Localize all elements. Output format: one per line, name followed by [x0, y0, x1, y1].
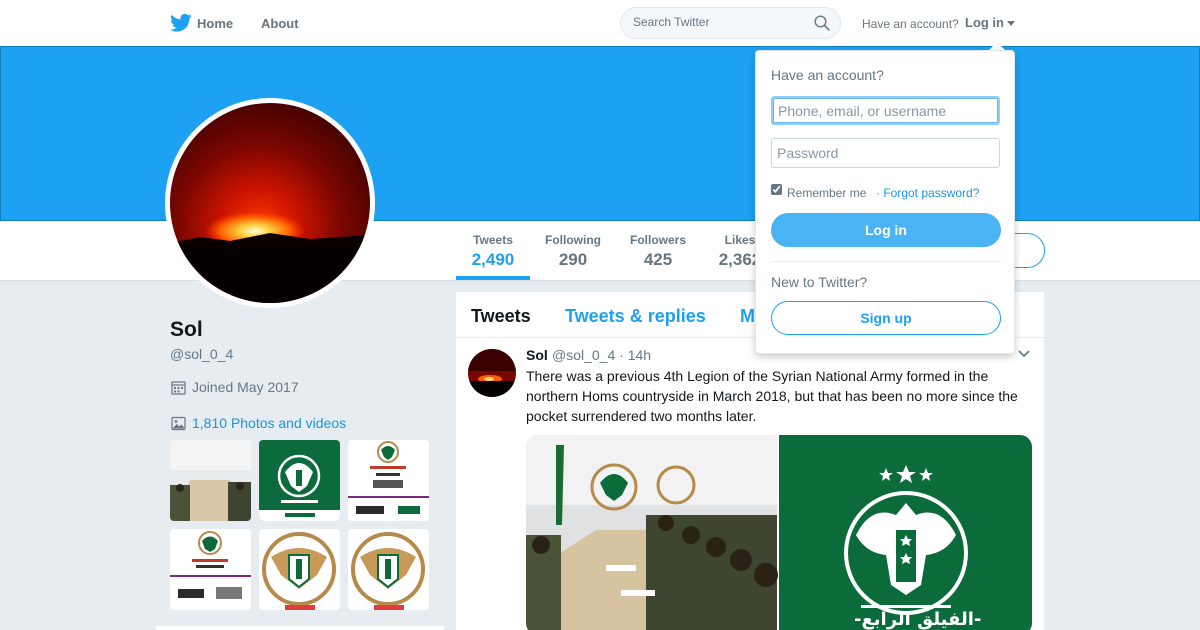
tweet-author-handle[interactable]: @sol_0_4 · 14h [552, 347, 651, 363]
password-field[interactable] [771, 138, 1000, 168]
twitter-bird-icon[interactable] [170, 13, 192, 33]
chevron-down-icon[interactable] [1018, 350, 1030, 358]
login-button[interactable]: Log in [771, 213, 1001, 247]
have-account-text: Have an account? [862, 17, 959, 31]
tweet-avatar[interactable] [468, 349, 516, 397]
media-thumbnail[interactable] [348, 440, 429, 521]
media-caption: -الفيلق الرابع- [854, 609, 982, 630]
stat-label: Followers [629, 233, 686, 247]
active-tab-indicator [456, 276, 530, 280]
dropdown-title: Have an account? [771, 67, 884, 83]
stat-followers[interactable]: Followers 425 [628, 233, 688, 270]
profile-handle[interactable]: @sol_0_4 [170, 346, 233, 362]
profile-name[interactable]: Sol [170, 318, 203, 342]
nav-about-link[interactable]: About [261, 16, 299, 31]
left-card [156, 626, 444, 630]
forgot-password-link[interactable]: · Forgot password? [876, 186, 979, 200]
profile-avatar[interactable] [165, 98, 375, 308]
media-thumbnail[interactable] [348, 529, 429, 610]
tweet-text: There was a previous 4th Legion of the S… [526, 368, 1018, 424]
tweet-handle-text: @sol_0_4 [552, 347, 616, 363]
divider [771, 261, 1001, 262]
photos-videos-link[interactable]: 1,810 Photos and videos [192, 415, 346, 431]
sunset-image [170, 103, 370, 303]
tab-tweets[interactable]: Tweets [471, 306, 531, 327]
image-icon [171, 416, 186, 431]
login-dropdown: Have an account? Remember me · Forgot pa… [755, 50, 1015, 354]
stat-label: Following [545, 233, 601, 247]
login-dropdown-toggle[interactable]: Log in [965, 15, 1004, 30]
username-field[interactable] [771, 96, 1000, 125]
tab-tweets-replies[interactable]: Tweets & replies [565, 306, 706, 327]
stat-following[interactable]: Following 290 [543, 233, 603, 270]
media-thumbnail[interactable] [259, 529, 340, 610]
tweet-timestamp[interactable]: · 14h [619, 347, 651, 363]
calendar-icon [171, 381, 186, 395]
caret-down-icon[interactable] [1007, 21, 1015, 26]
search-input[interactable] [633, 15, 803, 29]
nav-home-link[interactable]: Home [197, 16, 233, 31]
stat-label: Tweets [473, 233, 513, 247]
tweet-author-name[interactable]: Sol [526, 347, 548, 363]
media-thumbnail[interactable] [170, 440, 251, 521]
joined-date: Joined May 2017 [192, 379, 299, 395]
remember-me-label[interactable]: Remember me [787, 186, 866, 200]
remember-me-checkbox[interactable] [771, 184, 782, 195]
stat-value: 425 [643, 250, 673, 269]
tweet-media[interactable]: -الفيلق الرابع- [526, 435, 1032, 630]
search-box[interactable] [620, 7, 841, 39]
signup-button[interactable]: Sign up [771, 301, 1001, 335]
top-nav: Home About Have an account? Log in [0, 0, 1200, 46]
stat-value: 2,490 [471, 250, 515, 269]
stat-value: 290 [558, 250, 588, 269]
search-icon[interactable] [814, 15, 830, 31]
media-thumbnail[interactable] [259, 440, 340, 521]
new-to-twitter-text: New to Twitter? [771, 274, 868, 290]
stat-tweets[interactable]: Tweets 2,490 [470, 233, 516, 270]
media-thumbnail[interactable] [170, 529, 251, 610]
